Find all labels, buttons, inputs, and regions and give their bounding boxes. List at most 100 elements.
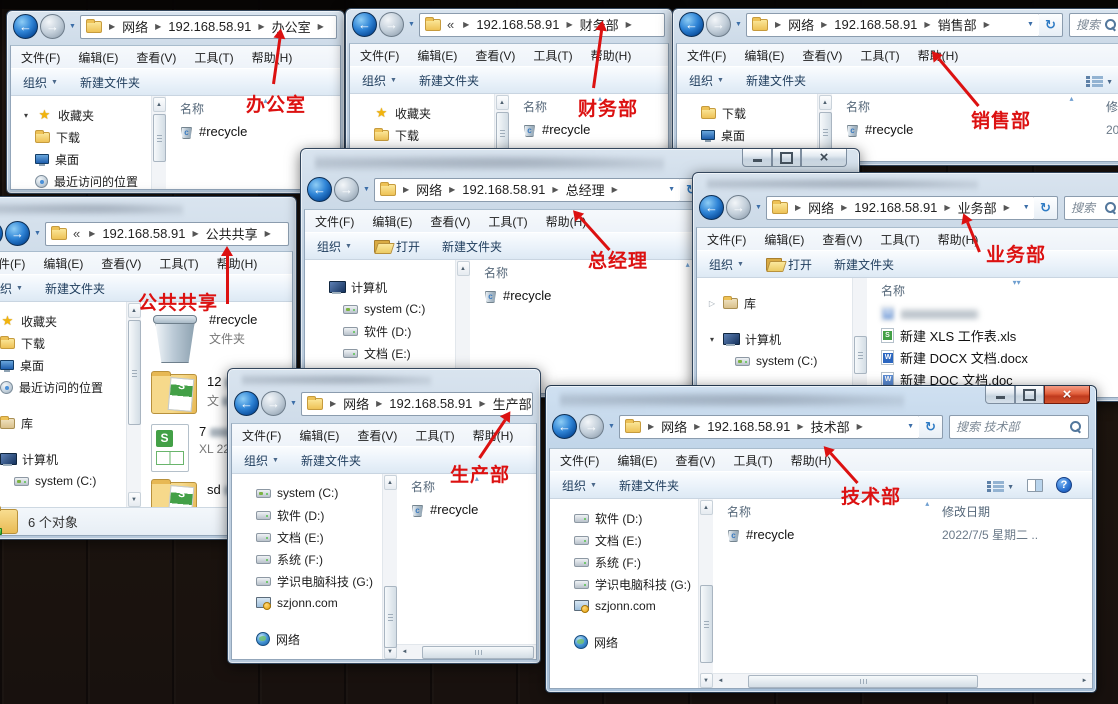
sidebar-item[interactable]: 桌面: [677, 124, 817, 146]
vertical-scrollbar[interactable]: ▲▼: [382, 474, 397, 659]
breadcrumb-item[interactable]: 网络: [343, 394, 369, 413]
scrollbar-thumb[interactable]: [819, 112, 832, 152]
file-tile[interactable]: #recycle文件夹: [151, 312, 282, 364]
vertical-scrollbar[interactable]: ▲▼: [126, 302, 141, 507]
sidebar-item[interactable]: system (C:): [0, 470, 126, 492]
address-dropdown-icon[interactable]: ▼: [1017, 204, 1030, 211]
scrollbar-thumb[interactable]: [748, 675, 978, 688]
views-button[interactable]: ▼: [987, 478, 1014, 492]
address-bar[interactable]: ▶网络▶192.168.58.91▶技术部▶▼: [619, 415, 920, 439]
scrollbar-thumb[interactable]: [854, 336, 867, 374]
minimize-button[interactable]: [742, 149, 772, 167]
search-input[interactable]: 搜索: [1064, 196, 1118, 220]
explorer-window-xiaoshoubu[interactable]: ←→▼▶网络▶192.168.58.91▶销售部▶▼搜索文件(F)编辑(E)查看…: [672, 8, 1118, 166]
sidebar-item[interactable]: 软件 (D:): [550, 507, 698, 529]
menu-item[interactable]: 工具(T): [194, 49, 233, 66]
sidebar-item[interactable]: system (C:): [697, 350, 852, 372]
toolbar-button[interactable]: 打开: [374, 238, 420, 255]
sidebar-item[interactable]: 网络: [550, 631, 698, 653]
breadcrumb-item[interactable]: 网络: [416, 180, 442, 199]
sidebar-item[interactable]: 收藏夹: [350, 102, 494, 124]
breadcrumb-item[interactable]: 销售部: [938, 15, 977, 34]
breadcrumb-item[interactable]: 网络: [661, 417, 687, 436]
breadcrumb-item[interactable]: 生产部: [493, 394, 532, 413]
explorer-window-yewubu[interactable]: ←→▼▶网络▶192.168.58.91▶业务部▶▼搜索文件(F)编辑(E)查看…: [692, 172, 1118, 402]
menu-item[interactable]: 查看(V): [822, 231, 862, 248]
sidebar-item[interactable]: ▷库: [697, 292, 852, 314]
forward-button[interactable]: →: [726, 195, 751, 220]
menu-item[interactable]: 工具(T): [733, 452, 772, 469]
sidebar-item[interactable]: 桌面: [11, 148, 151, 170]
toolbar-button[interactable]: 组织▼: [317, 238, 352, 255]
sidebar-item[interactable]: 下载: [350, 124, 494, 146]
toolbar-button[interactable]: 组织▼: [362, 72, 397, 89]
breadcrumb-item[interactable]: 网络: [788, 15, 814, 34]
address-bar[interactable]: ▶网络▶192.168.58.91▶办公室▶: [80, 15, 337, 39]
menu-item[interactable]: 编辑(E): [299, 427, 339, 444]
horizontal-scrollbar[interactable]: ◄: [397, 644, 536, 659]
minimize-button[interactable]: [985, 386, 1015, 404]
forward-button[interactable]: →: [5, 221, 30, 246]
toolbar-button[interactable]: 新建文件夹: [419, 72, 479, 89]
vertical-scrollbar[interactable]: ▲▼: [852, 278, 867, 397]
menu-item[interactable]: 文件(F): [707, 231, 746, 248]
sidebar-item[interactable]: 桌面: [0, 354, 126, 376]
sidebar-item[interactable]: szjonn.com: [232, 592, 382, 614]
menu-item[interactable]: 查看(V): [136, 49, 176, 66]
history-dropdown-icon[interactable]: ▼: [34, 230, 41, 237]
menu-item[interactable]: 查看(V): [101, 255, 141, 272]
column-header[interactable]: 名称: [881, 282, 1118, 299]
back-button[interactable]: ←: [352, 12, 377, 37]
toolbar-button[interactable]: 组织▼: [562, 477, 597, 494]
sidebar-item[interactable]: 学识电脑科技 (G:): [550, 573, 698, 595]
title-bar[interactable]: [546, 386, 1096, 414]
scrollbar-thumb[interactable]: [422, 646, 534, 659]
file-row[interactable]: 新建 XLS 工作表.xls: [867, 324, 1118, 346]
address-bar[interactable]: ▶网络▶192.168.58.91▶生产部▶: [301, 392, 533, 416]
file-row[interactable]: #recycle2022/7/5 星期二 ..: [713, 523, 1092, 545]
menu-item[interactable]: 文件(F): [687, 47, 726, 64]
address-bar[interactable]: «▶192.168.58.91▶财务部▶: [419, 13, 665, 37]
horizontal-scrollbar[interactable]: ◄►: [713, 673, 1092, 688]
column-header[interactable]: 修改日期: [942, 503, 1092, 520]
scroll-up-icon[interactable]: ▲: [153, 97, 166, 112]
preview-pane-button[interactable]: [1027, 478, 1043, 492]
history-dropdown-icon[interactable]: ▼: [290, 400, 297, 407]
scroll-up-icon[interactable]: ▲: [457, 261, 470, 276]
menu-item[interactable]: 工具(T): [860, 47, 899, 64]
sidebar-item[interactable]: 最近访问的位置: [0, 376, 126, 398]
help-button[interactable]: [1056, 477, 1072, 493]
toolbar-button[interactable]: 组织▼: [244, 452, 279, 469]
back-button[interactable]: ←: [13, 14, 38, 39]
sidebar-item[interactable]: 文档 (E:): [550, 529, 698, 551]
sidebar-item[interactable]: 下载: [11, 126, 151, 148]
scroll-up-icon[interactable]: ▲: [496, 95, 509, 110]
sidebar-item[interactable]: ▾收藏夹: [11, 104, 151, 126]
breadcrumb-item[interactable]: 192.168.58.91: [707, 419, 790, 434]
toolbar-button[interactable]: 新建文件夹: [619, 477, 679, 494]
back-button[interactable]: ←: [679, 12, 704, 37]
breadcrumb-item[interactable]: 192.168.58.91: [854, 200, 937, 215]
menu-item[interactable]: 工具(T): [488, 213, 527, 230]
search-input[interactable]: 搜索 技术部: [949, 415, 1089, 439]
sidebar-item[interactable]: system (C:): [232, 482, 382, 504]
menu-item[interactable]: 文件(F): [560, 452, 599, 469]
sidebar-item[interactable]: system (C:): [305, 298, 455, 320]
menu-item[interactable]: 工具(T): [415, 427, 454, 444]
breadcrumb-item[interactable]: 192.168.58.91: [476, 17, 559, 32]
refresh-button[interactable]: [1034, 196, 1058, 220]
column-header[interactable]: 名称: [727, 503, 942, 520]
breadcrumb-item[interactable]: 192.168.58.91: [834, 17, 917, 32]
vertical-scrollbar[interactable]: ▲▼: [151, 96, 166, 189]
breadcrumb-item[interactable]: 192.168.58.91: [168, 19, 251, 34]
history-dropdown-icon[interactable]: ▼: [755, 204, 762, 211]
file-row[interactable]: 新建 DOCX 文档.docx: [867, 346, 1118, 368]
breadcrumb-item[interactable]: 网络: [122, 17, 148, 36]
menu-item[interactable]: 查看(V): [475, 47, 515, 64]
breadcrumb-item[interactable]: 192.168.58.91: [102, 226, 185, 241]
history-dropdown-icon[interactable]: ▼: [735, 21, 742, 28]
toolbar-button[interactable]: 组织▼: [0, 280, 23, 297]
menu-item[interactable]: 查看(V): [357, 427, 397, 444]
search-input[interactable]: 搜索: [1069, 13, 1118, 37]
menu-item[interactable]: 帮助(H): [252, 49, 293, 66]
